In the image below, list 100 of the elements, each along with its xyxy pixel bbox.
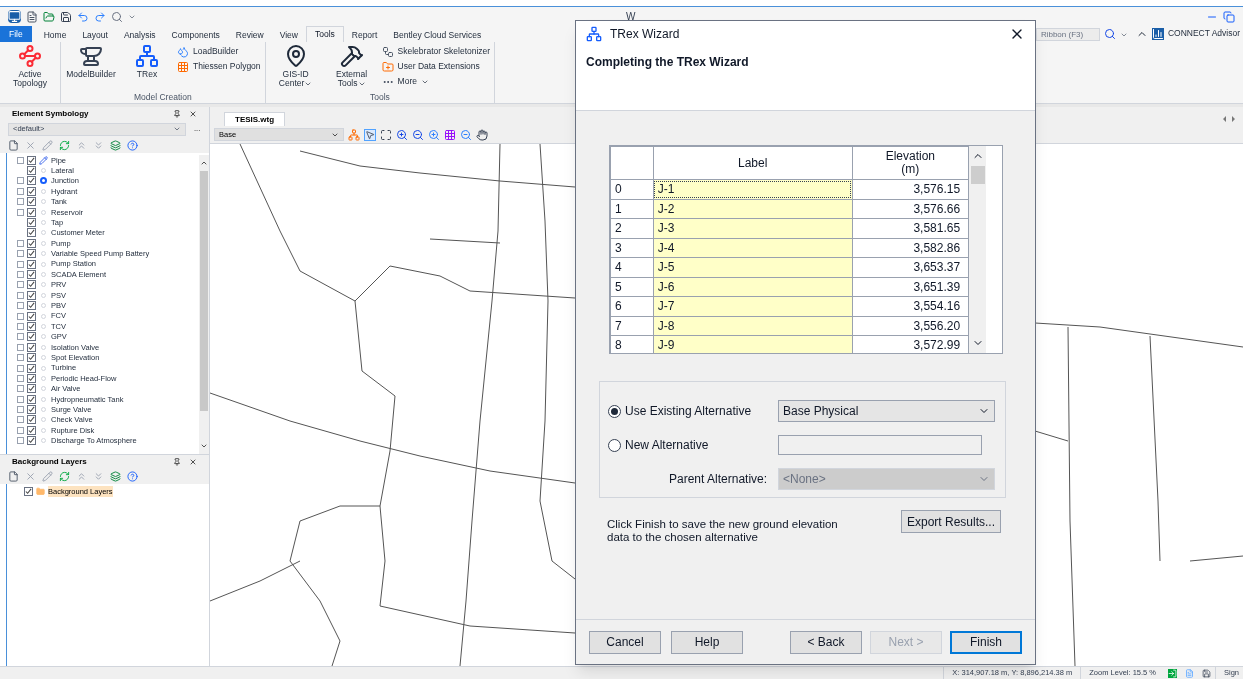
close-icon[interactable]	[189, 110, 197, 118]
ribbon-button[interactable]: GIS-ID Center	[269, 42, 322, 92]
ribbon-button[interactable]: Skelebrator Skeletonizer	[381, 44, 491, 59]
checkbox[interactable]	[27, 176, 36, 186]
checkbox[interactable]	[27, 155, 36, 165]
pin-icon[interactable]	[173, 457, 181, 466]
ribbon-tab[interactable]: Analysis	[115, 28, 164, 42]
new-file-icon[interactable]	[26, 10, 38, 23]
ribbon-button[interactable]: Thiessen Polygon	[177, 59, 261, 74]
ribbon-button[interactable]: TRex	[121, 42, 173, 92]
ribbon-button[interactable]: User Data Extensions	[381, 59, 491, 74]
checkbox[interactable]	[27, 259, 36, 269]
pan-icon[interactable]	[476, 128, 488, 141]
checkbox[interactable]	[27, 228, 36, 238]
zoom-out-icon[interactable]	[412, 128, 424, 141]
undo-icon[interactable]	[77, 10, 89, 23]
checkbox[interactable]	[27, 321, 36, 331]
app-logo-icon[interactable]	[8, 10, 21, 23]
checkbox[interactable]	[27, 332, 36, 342]
ribbon-tab[interactable]: Review	[227, 28, 272, 42]
refresh-icon[interactable]	[59, 470, 70, 482]
rename-icon[interactable]	[42, 139, 53, 151]
ribbon-button[interactable]: LoadBuilder	[177, 44, 261, 59]
ribbon-tab[interactable]: Report	[343, 28, 386, 42]
rename-icon[interactable]	[42, 470, 53, 482]
ribbon-tab[interactable]: Layout	[74, 28, 116, 42]
redo-icon[interactable]	[94, 10, 106, 23]
zoom-in-icon[interactable]	[396, 128, 408, 141]
checkbox[interactable]	[27, 301, 36, 311]
ribbon-tab[interactable]: View	[271, 28, 306, 42]
help-icon[interactable]	[127, 139, 138, 151]
restore-icon[interactable]	[1223, 10, 1235, 23]
zoom-window-icon[interactable]	[428, 128, 440, 141]
export-icon[interactable]	[1168, 668, 1177, 678]
scroll-arrows-icon[interactable]	[1223, 116, 1235, 122]
ribbon-tab[interactable]: Components	[163, 28, 228, 42]
checkbox[interactable]	[27, 384, 36, 394]
checkbox[interactable]	[27, 280, 36, 290]
delete-icon[interactable]	[25, 470, 36, 482]
pointer-icon[interactable]	[364, 128, 376, 141]
checkbox[interactable]	[27, 238, 36, 248]
document-icon[interactable]	[1185, 668, 1194, 678]
zoom-previous-icon[interactable]	[460, 128, 472, 141]
checkbox[interactable]	[27, 425, 36, 435]
ribbon-tab[interactable]: Tools	[305, 26, 344, 42]
scroll-up-icon[interactable]	[200, 159, 208, 167]
checkbox[interactable]	[27, 311, 36, 321]
open-folder-icon[interactable]	[43, 10, 55, 23]
refresh-icon[interactable]	[59, 139, 70, 151]
new-icon[interactable]	[8, 139, 19, 151]
radio-button[interactable]	[608, 404, 621, 418]
save-icon[interactable]	[60, 10, 72, 23]
dropdown-icon[interactable]	[1119, 31, 1128, 39]
checkbox[interactable]	[27, 373, 36, 383]
delete-icon[interactable]	[25, 139, 36, 151]
checkbox[interactable]	[27, 218, 36, 228]
dialog-button[interactable]: < Back	[790, 630, 862, 654]
ribbon-button[interactable]: More	[381, 74, 491, 89]
checkbox[interactable]	[27, 166, 36, 176]
checkbox[interactable]	[27, 342, 36, 352]
scroll-thumb[interactable]	[970, 166, 985, 184]
radio-button[interactable]	[608, 438, 621, 452]
help-icon[interactable]	[127, 470, 138, 482]
checkbox[interactable]	[27, 405, 36, 415]
zoom-extents-icon[interactable]	[380, 128, 392, 141]
dialog-button[interactable]: Cancel	[589, 630, 661, 654]
checkbox[interactable]	[27, 270, 36, 279]
save-icon[interactable]	[1202, 668, 1211, 678]
preview-icon[interactable]	[111, 10, 123, 23]
ribbon-button[interactable]: External Tools	[325, 42, 378, 92]
alternative-name-field[interactable]	[778, 435, 982, 455]
layers-icon[interactable]	[110, 139, 121, 151]
checkbox[interactable]	[24, 487, 33, 496]
checkbox[interactable]	[27, 249, 36, 259]
radio-label[interactable]: New Alternative	[625, 436, 778, 454]
checkbox[interactable]	[27, 436, 36, 446]
connect-advisor-button[interactable]: CONNECT Advisor	[1151, 27, 1240, 40]
network-icon[interactable]	[348, 128, 360, 141]
scroll-thumb[interactable]	[200, 171, 208, 411]
ribbon-search-field[interactable]: Ribbon (F3)	[1035, 28, 1100, 41]
checkbox[interactable]	[27, 394, 36, 404]
layers-icon[interactable]	[110, 470, 121, 482]
zoom-grid-icon[interactable]	[444, 128, 456, 141]
checkbox[interactable]	[27, 415, 36, 425]
checkbox[interactable]	[27, 207, 36, 217]
search-icon[interactable]	[1103, 28, 1116, 40]
close-icon[interactable]	[189, 457, 197, 466]
alternative-dropdown[interactable]: Base Physical	[778, 400, 995, 422]
checkbox[interactable]	[27, 197, 36, 207]
new-icon[interactable]	[8, 470, 19, 482]
dialog-button[interactable]: Finish	[950, 630, 1022, 654]
radio-label[interactable]: Use Existing Alternative	[625, 402, 778, 420]
checkbox[interactable]	[27, 290, 36, 300]
scroll-down-icon[interactable]	[200, 442, 208, 450]
export-results-button[interactable]: Export Results...	[901, 510, 1001, 533]
checkbox[interactable]	[27, 186, 36, 196]
ribbon-tab[interactable]: Home	[35, 28, 75, 42]
ribbon-tab[interactable]: File	[0, 26, 32, 42]
ribbon-button[interactable]: Active Topology	[4, 42, 56, 92]
checkbox[interactable]	[27, 353, 36, 363]
